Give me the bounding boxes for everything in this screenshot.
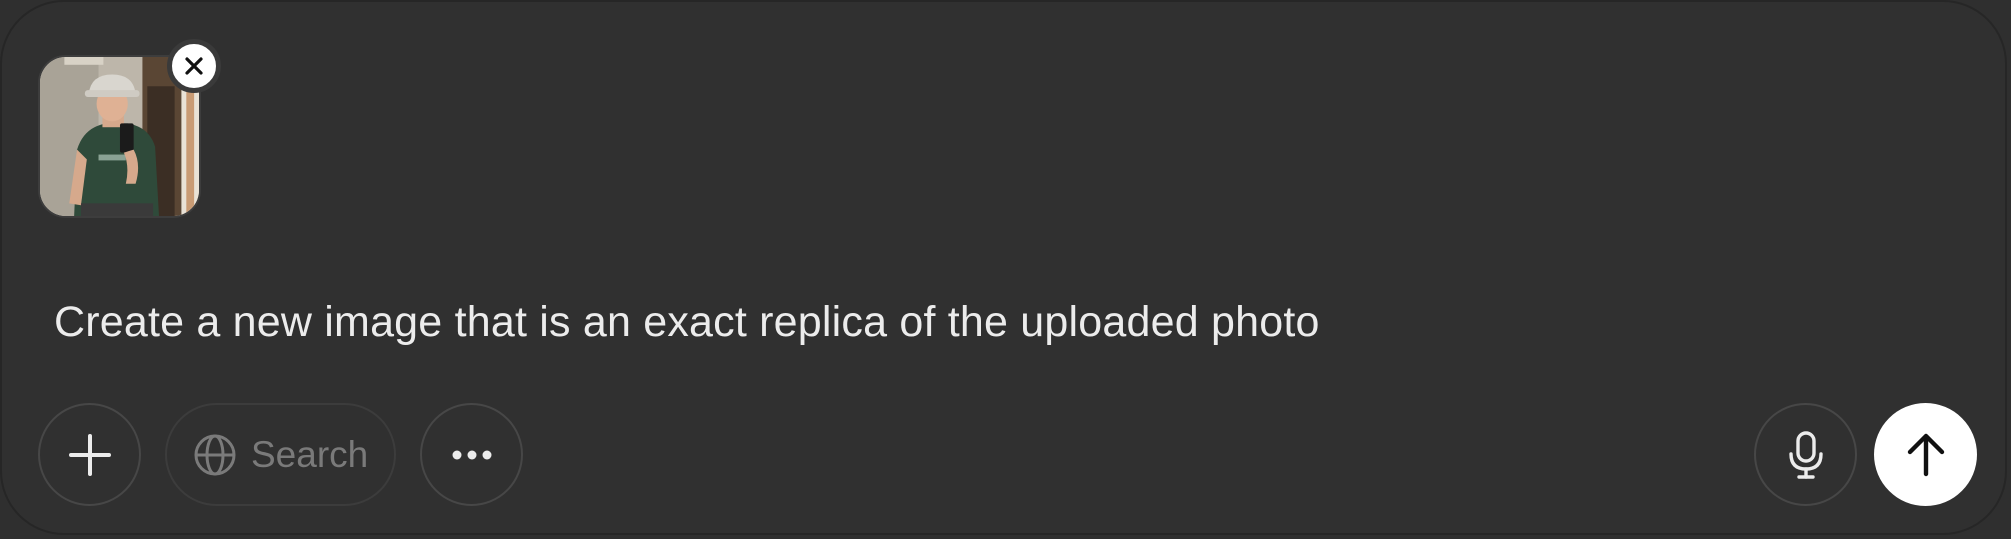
arrow-up-icon <box>1907 433 1944 476</box>
voice-input-button[interactable] <box>1754 403 1857 506</box>
more-options-button[interactable] <box>420 403 523 506</box>
search-button-label: Search <box>251 433 369 475</box>
search-button[interactable]: Search <box>165 403 396 506</box>
image-attachment <box>38 39 221 218</box>
prompt-composer: Create a new image that is an exact repl… <box>0 0 2007 535</box>
ellipsis-icon <box>452 450 491 459</box>
microphone-icon <box>1788 430 1823 479</box>
add-attachment-button[interactable] <box>38 403 141 506</box>
remove-attachment-button[interactable] <box>167 39 221 93</box>
send-button[interactable] <box>1874 403 1977 506</box>
plus-icon <box>68 433 111 476</box>
close-icon <box>185 57 203 75</box>
prompt-input[interactable]: Create a new image that is an exact repl… <box>54 298 1320 347</box>
globe-icon <box>194 434 236 475</box>
